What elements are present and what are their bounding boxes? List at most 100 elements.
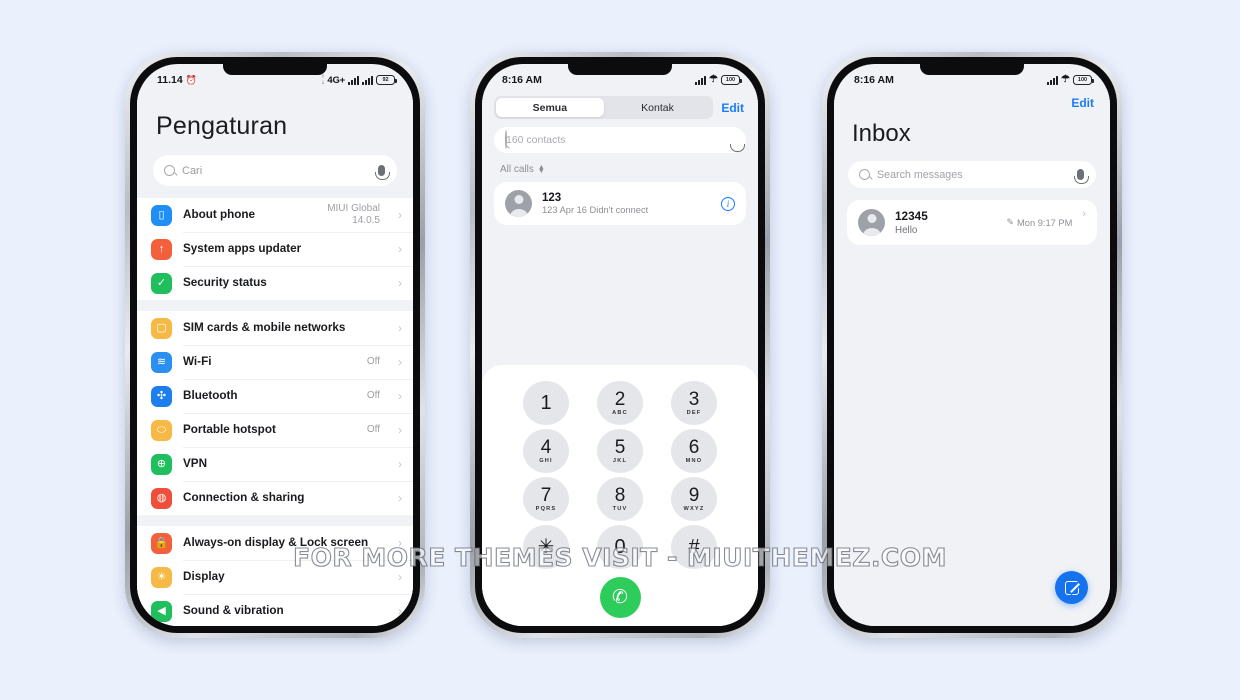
edit-button[interactable]: Edit <box>834 90 1110 110</box>
screenshot-stage: 11.14 ⏰ ↑ ↓ 4G+ 92 Pengaturan Cari ▯ Abo… <box>0 0 1240 700</box>
settings-group-divider <box>137 515 413 526</box>
keypad-key-0[interactable]: 0 <box>597 525 643 569</box>
phone1-screen: 11.14 ⏰ ↑ ↓ 4G+ 92 Pengaturan Cari ▯ Abo… <box>137 64 413 626</box>
call-filter-dropdown[interactable]: All calls ▲ ▼ <box>482 164 758 182</box>
settings-row[interactable]: ☀ Display › <box>137 560 413 594</box>
search-input[interactable]: Search messages <box>848 161 1096 188</box>
compose-button[interactable] <box>1055 571 1088 604</box>
battery-icon: 100 <box>721 75 742 85</box>
list-item[interactable]: 12345 Hello ✎ Mon 9:17 PM › <box>847 200 1097 245</box>
settings-row[interactable]: ◀ Sound & vibration › <box>137 594 413 626</box>
lock-screen-icon: 🔒 <box>151 532 172 554</box>
call-button[interactable]: ✆ <box>599 577 641 618</box>
call-filter-label: All calls <box>500 164 534 175</box>
settings-row[interactable]: ⊕ VPN › <box>137 447 413 481</box>
message-preview: Hello <box>895 225 918 236</box>
search-placeholder: Search messages <box>877 168 963 181</box>
call-log-row[interactable]: 123 123 Apr 16 Didn't connect i <box>494 182 746 225</box>
dialer-content: Semua Kontak Edit 160 contacts All calls… <box>482 90 758 626</box>
sound-icon: ◀ <box>151 600 172 622</box>
phone2-status-left: 8:16 AM <box>502 74 542 86</box>
chevron-right-icon: › <box>398 491 402 505</box>
settings-row-label: Connection & sharing <box>183 490 305 504</box>
alarm-icon: ⏰ <box>185 74 197 85</box>
chevron-right-icon: › <box>398 536 402 550</box>
keypad-digit: # <box>688 535 700 558</box>
message-sender: 12345 <box>895 209 928 223</box>
edit-button[interactable]: Edit <box>721 101 746 115</box>
chevron-right-icon: › <box>398 321 402 335</box>
avatar <box>505 190 532 217</box>
phone3-status-right: ☂ 100 <box>1047 75 1094 85</box>
chevron-right-icon: › <box>398 276 402 290</box>
contacts-count-label: 160 contacts <box>506 134 566 146</box>
keypad-key-1[interactable]: 1 <box>523 381 569 425</box>
mic-icon[interactable] <box>375 165 390 180</box>
about-phone-icon: ▯ <box>151 204 172 226</box>
dialer-tabs[interactable]: Semua Kontak <box>494 96 714 119</box>
keypad-key-6[interactable]: 6 MNO <box>671 429 717 473</box>
keypad-key-2[interactable]: 2 ABC <box>597 381 643 425</box>
settings-header: Pengaturan Cari <box>137 90 413 186</box>
settings-scroll[interactable]: Pengaturan Cari ▯ About phone MIUI Global … <box>137 90 413 626</box>
wifi-icon: ≋ <box>151 351 172 373</box>
keypad-letters: WXYZ <box>683 505 705 512</box>
settings-row-value: Off <box>366 390 380 401</box>
keypad-key-3[interactable]: 3 DEF <box>671 381 717 425</box>
vpn-globe-icon: ⊕ <box>151 453 172 475</box>
phone-call-icon: ✆ <box>612 587 628 608</box>
settings-row[interactable]: ▯ About phone MIUI Global 14.0.5 › <box>137 198 413 232</box>
keypad-key-5[interactable]: 5 JKL <box>597 429 643 473</box>
hotspot-icon: ⬭ <box>151 419 172 441</box>
settings-row[interactable]: ≋ Wi-Fi Off › <box>137 345 413 379</box>
keypad-letters: PQRS <box>535 505 557 512</box>
compose-icon <box>1064 580 1079 595</box>
phone1-status-right: ↑ ↓ 4G+ 92 <box>321 74 397 86</box>
contacts-search-input[interactable]: 160 contacts <box>494 127 746 153</box>
settings-row-label: System apps updater <box>183 241 302 255</box>
keypad-key-7[interactable]: 7 PQRS <box>523 477 569 521</box>
status-time: 8:16 AM <box>854 74 894 86</box>
tab-kontak[interactable]: Kontak <box>604 98 712 117</box>
settings-row[interactable]: 🔒 Always-on display & Lock screen › <box>137 526 413 560</box>
keypad-key-4[interactable]: 4 GHI <box>523 429 569 473</box>
settings-row-label: Sound & vibration <box>183 603 284 617</box>
keypad-key-hash[interactable]: # <box>671 525 717 569</box>
data-arrows-icon: ↑ ↓ <box>321 74 325 86</box>
keypad-digit: 1 <box>540 391 552 414</box>
settings-row-value: Off <box>366 356 380 367</box>
message-timestamp: Mon 9:17 PM <box>1017 217 1073 228</box>
settings-row[interactable]: ↑ System apps updater › <box>137 232 413 266</box>
signal-bars-icon <box>1047 75 1059 85</box>
keypad-digit: 6 <box>688 436 700 458</box>
settings-row-label: Wi-Fi <box>183 354 212 368</box>
phone-messages: 8:16 AM ☂ 100 Edit Inbox Search messages <box>822 52 1122 638</box>
settings-row-label: Bluetooth <box>183 388 238 402</box>
keypad-letters: JKL <box>612 457 628 464</box>
chevron-right-icon: › <box>398 570 402 584</box>
tab-semua[interactable]: Semua <box>496 98 604 117</box>
phone2-notch <box>568 64 672 75</box>
search-input[interactable]: Cari <box>153 155 397 186</box>
info-icon[interactable]: i <box>721 196 735 211</box>
keypad-letters: MNO <box>685 457 703 464</box>
settings-row[interactable]: ◍ Connection & sharing › <box>137 481 413 515</box>
settings-row[interactable]: ▢ SIM cards & mobile networks › <box>137 311 413 345</box>
keypad-key-star[interactable]: ✳ <box>523 525 569 569</box>
chevron-right-icon: › <box>398 423 402 437</box>
keypad-digit: 7 <box>540 484 552 506</box>
settings-group: 🔒 Always-on display & Lock screen › ☀ Displa… <box>137 526 413 626</box>
keypad-key-8[interactable]: 8 TUV <box>597 477 643 521</box>
phone2-bezel: 8:16 AM ☂ 100 Semua Kontak Edit 160 cont… <box>475 57 765 633</box>
phone3-notch <box>920 64 1024 75</box>
call-log-name: 123 <box>542 192 562 204</box>
mic-icon[interactable] <box>733 131 734 149</box>
settings-row[interactable]: ✣ Bluetooth Off › <box>137 379 413 413</box>
settings-row[interactable]: ✓ Security status › <box>137 266 413 300</box>
messages-content: Edit Inbox Search messages 12345 Hello ✎… <box>834 90 1110 626</box>
settings-row[interactable]: ⬭ Portable hotspot Off › <box>137 413 413 447</box>
mic-icon[interactable] <box>1074 169 1089 184</box>
keypad-letters: TUV <box>612 505 628 512</box>
keypad-key-9[interactable]: 9 WXYZ <box>671 477 717 521</box>
phone-dialer: 8:16 AM ☂ 100 Semua Kontak Edit 160 cont… <box>470 52 770 638</box>
